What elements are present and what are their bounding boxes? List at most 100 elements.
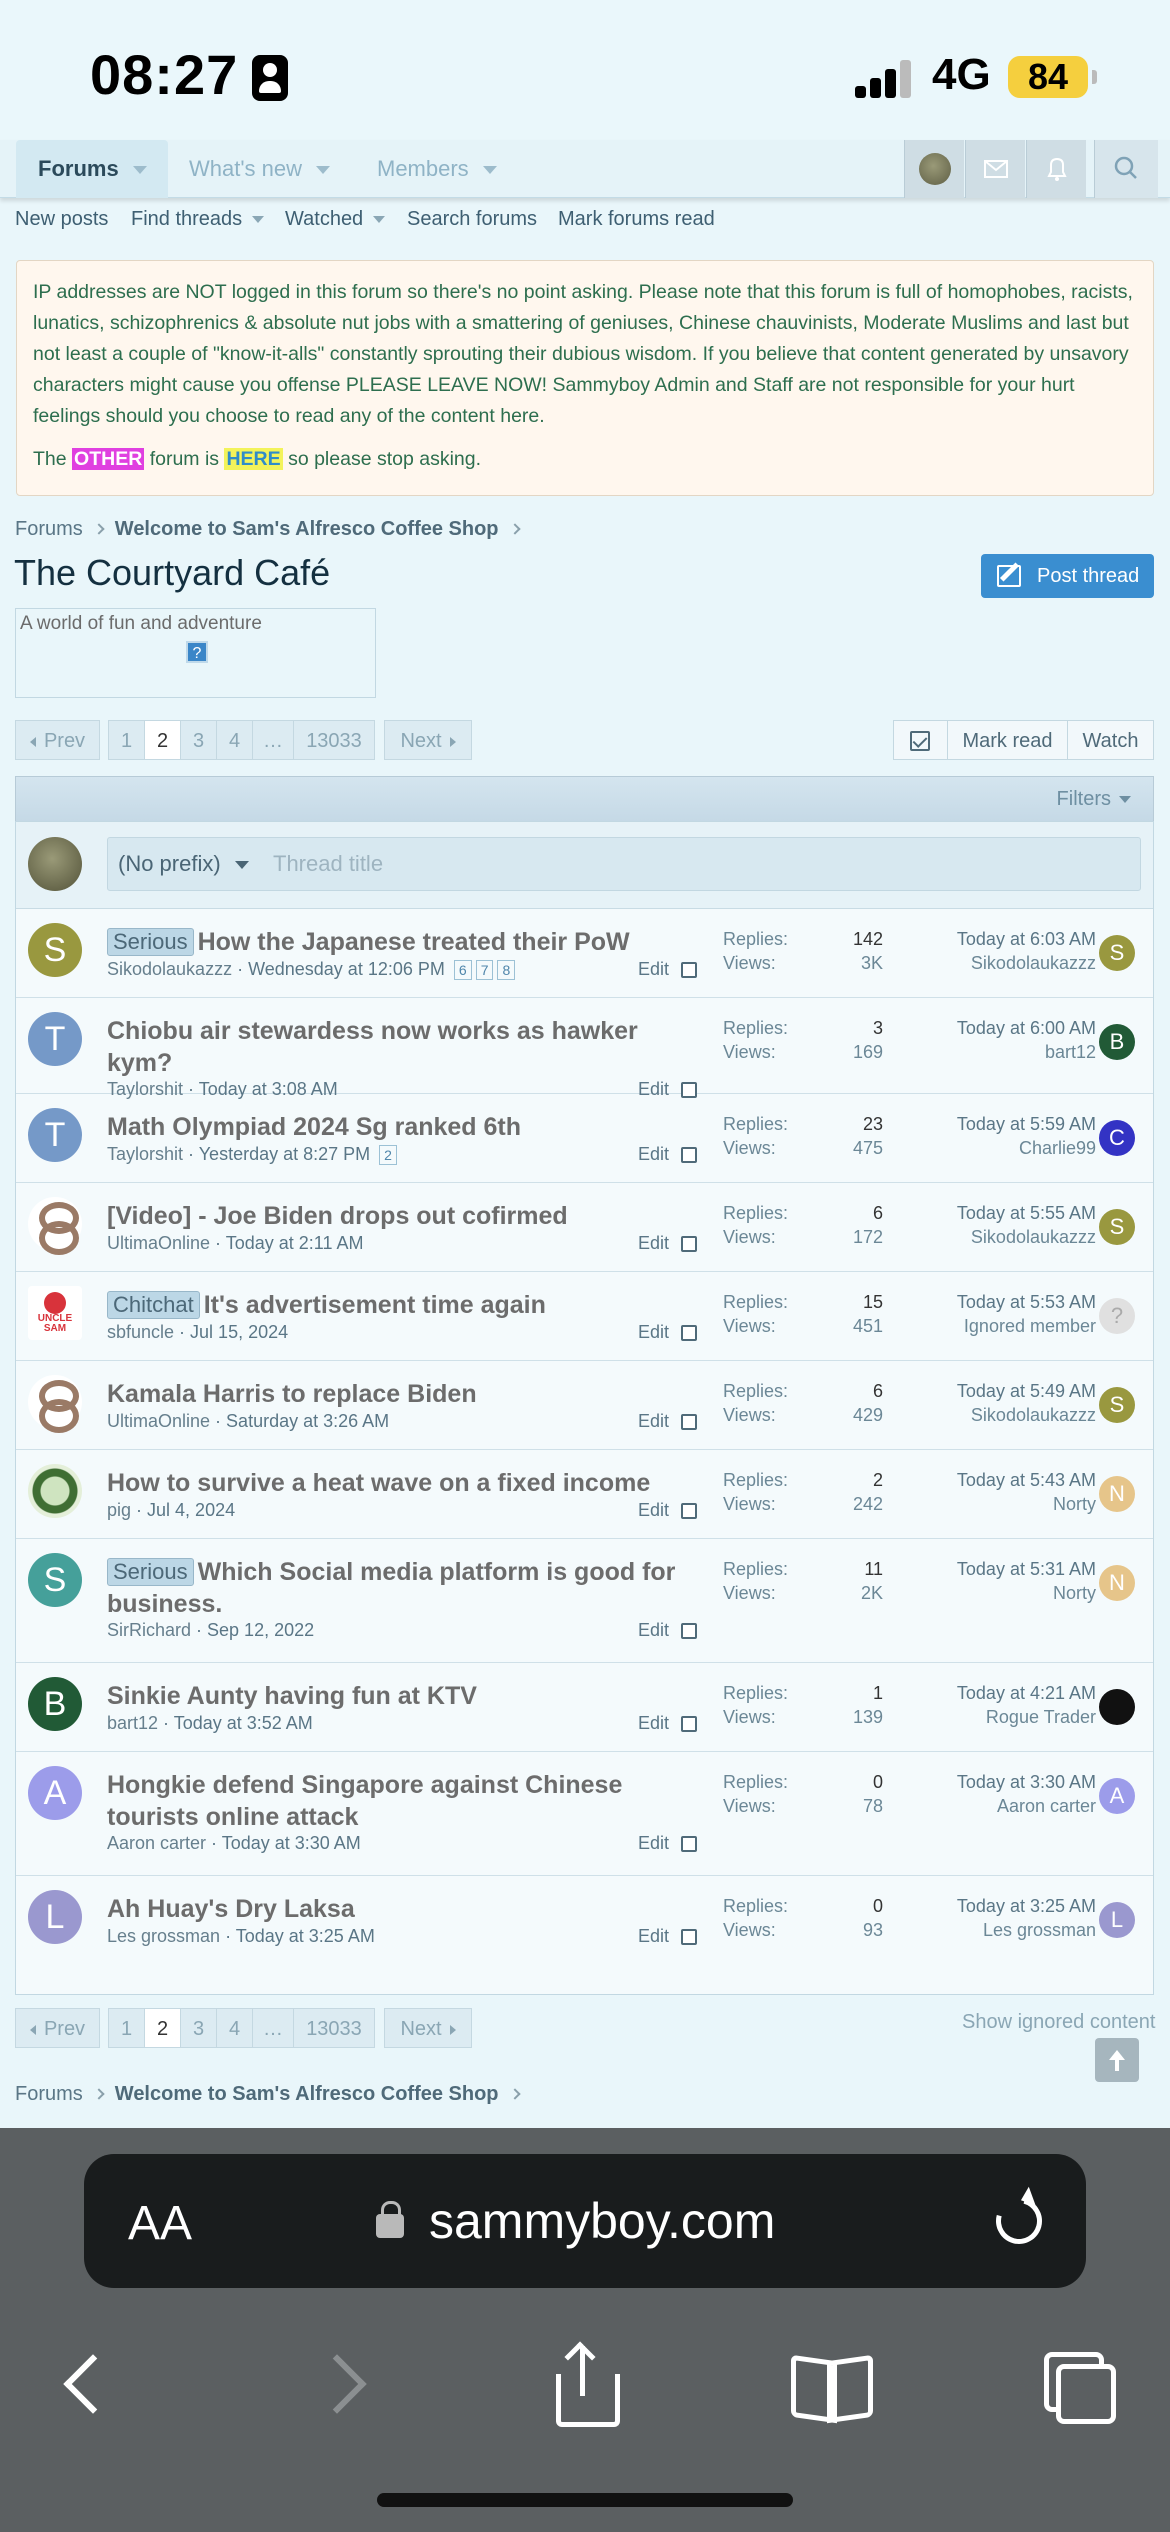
select-checkbox[interactable] [681, 1716, 697, 1732]
table-row[interactable]: A Hongkie defend Singapore against Chine… [16, 1752, 1153, 1876]
table-row[interactable]: T Math Olympiad 2024 Sg ranked 6th Taylo… [16, 1094, 1153, 1183]
avatar[interactable] [28, 1464, 82, 1518]
select-checkbox[interactable] [681, 1325, 697, 1341]
last-post-time[interactable]: Today at 5:43 AM [876, 1468, 1096, 1492]
thread-page-link[interactable]: 2 [379, 1145, 397, 1165]
select-checkbox[interactable] [681, 1503, 697, 1519]
show-ignored-link[interactable]: Show ignored content [962, 2011, 1155, 2034]
thread-title-text[interactable]: Chiobu air stewardess now works as hawke… [107, 1017, 638, 1077]
thread-date[interactable]: Sep 12, 2022 [207, 1620, 314, 1640]
thread-page-link[interactable]: 7 [475, 960, 494, 980]
edit-link[interactable]: Edit [638, 1926, 669, 1947]
table-row[interactable]: [Video] - Joe Biden drops out cofirmed U… [16, 1183, 1153, 1272]
thread-prefix-badge[interactable]: Chitchat [107, 1291, 200, 1319]
select-toggle-button[interactable] [893, 720, 948, 760]
thread-date[interactable]: Wednesday at 12:06 PM [248, 959, 445, 979]
search-forums-link[interactable]: Search forums [407, 208, 537, 231]
page-3[interactable]: 3 [180, 720, 217, 760]
avatar[interactable]: T [28, 1012, 82, 1066]
last-post-time[interactable]: Today at 3:25 AM [876, 1894, 1096, 1918]
page-ellipsis[interactable]: … [252, 2008, 294, 2048]
thread-date[interactable]: Today at 3:30 AM [222, 1833, 361, 1853]
last-poster-avatar[interactable]: C [1099, 1120, 1135, 1156]
avatar[interactable]: A [28, 1766, 82, 1820]
thread-author[interactable]: UltimaOnline [107, 1233, 210, 1253]
mark-read-button[interactable]: Mark read [947, 720, 1068, 760]
edit-link[interactable]: Edit [638, 1833, 669, 1854]
next-page-button[interactable]: Next [384, 720, 472, 760]
thread-title-text[interactable]: How to survive a heat wave on a fixed in… [107, 1469, 650, 1497]
thread-author[interactable]: Taylorshit [107, 1144, 183, 1164]
thread-title[interactable]: Hongkie defend Singapore against Chinese… [107, 1769, 697, 1833]
thread-title[interactable]: Serious Which Social media platform is go… [107, 1556, 697, 1620]
edit-link[interactable]: Edit [638, 1144, 669, 1165]
thread-prefix-badge[interactable]: Serious [107, 1558, 194, 1586]
page-1[interactable]: 1 [108, 720, 145, 760]
find-threads-link[interactable]: Find threads [131, 208, 265, 231]
last-post-user[interactable]: Ignored member [876, 1314, 1096, 1338]
select-checkbox[interactable] [681, 1414, 697, 1430]
tab-forums[interactable]: Forums [16, 140, 168, 198]
edit-link[interactable]: Edit [638, 1713, 669, 1734]
tab-members[interactable]: Members [377, 140, 497, 198]
edit-link[interactable]: Edit [638, 1411, 669, 1432]
last-poster-avatar[interactable]: A [1099, 1778, 1135, 1814]
bookmarks-icon[interactable] [785, 2338, 875, 2428]
last-post-time[interactable]: Today at 5:49 AM [876, 1379, 1096, 1403]
last-post-time[interactable]: Today at 5:31 AM [876, 1557, 1096, 1581]
tab-whats-new[interactable]: What's new [189, 140, 331, 198]
thread-title-input[interactable]: Thread title [273, 851, 383, 877]
last-poster-avatar[interactable]: N [1099, 1565, 1135, 1601]
url-domain[interactable]: sammyboy.com [429, 2192, 775, 2250]
breadcrumb-forums[interactable]: Forums [15, 518, 83, 540]
last-poster-avatar[interactable] [1099, 1689, 1135, 1725]
thread-author[interactable]: Sikodolaukazzz [107, 959, 232, 979]
last-post-time[interactable]: Today at 5:53 AM [876, 1290, 1096, 1314]
scroll-top-icon[interactable] [1095, 2038, 1139, 2082]
last-poster-avatar[interactable]: N [1099, 1476, 1135, 1512]
thread-title[interactable]: Chiobu air stewardess now works as hawke… [107, 1015, 697, 1079]
here-link[interactable]: HERE [224, 448, 283, 470]
page-2-current[interactable]: 2 [144, 720, 181, 760]
last-post-user[interactable]: Rogue Trader [876, 1705, 1096, 1729]
breadcrumb-forums[interactable]: Forums [15, 2083, 83, 2105]
thread-author[interactable]: SirRichard [107, 1620, 191, 1640]
page-3[interactable]: 3 [180, 2008, 217, 2048]
thread-title-text[interactable]: Sinkie Aunty having fun at KTV [107, 1682, 477, 1710]
page-4[interactable]: 4 [216, 2008, 253, 2048]
inbox-button[interactable] [965, 140, 1025, 198]
reload-icon[interactable] [987, 2189, 1051, 2253]
address-bar[interactable]: AA sammyboy.com [84, 2154, 1086, 2288]
next-page-button[interactable]: Next [384, 2008, 472, 2048]
thread-page-link[interactable]: 6 [453, 960, 472, 980]
breadcrumb-coffee-shop[interactable]: Welcome to Sam's Alfresco Coffee Shop [115, 518, 499, 540]
thread-date[interactable]: Today at 2:11 AM [226, 1233, 364, 1253]
last-post-user[interactable]: Les grossman [876, 1918, 1096, 1942]
select-checkbox[interactable] [681, 1147, 697, 1163]
table-row[interactable]: ChitchatIt's advertisement time again sb… [16, 1272, 1153, 1361]
last-post-user[interactable]: bart12 [876, 1040, 1096, 1064]
filters-button[interactable]: Filters [1057, 788, 1131, 811]
avatar[interactable] [28, 1286, 82, 1340]
breadcrumb-coffee-shop[interactable]: Welcome to Sam's Alfresco Coffee Shop [115, 2083, 499, 2105]
avatar[interactable]: S [28, 923, 82, 977]
last-post-user[interactable]: Norty [876, 1581, 1096, 1605]
thread-title[interactable]: [Video] - Joe Biden drops out cofirmed [107, 1200, 697, 1232]
thread-title-text[interactable]: How the Japanese treated their PoW [198, 928, 630, 956]
thread-author[interactable]: Les grossman [107, 1926, 220, 1946]
edit-link[interactable]: Edit [638, 1620, 669, 1641]
last-poster-avatar[interactable]: S [1099, 935, 1135, 971]
new-posts-link[interactable]: New posts [15, 208, 108, 231]
last-post-time[interactable]: Today at 6:00 AM [876, 1016, 1096, 1040]
last-post-time[interactable]: Today at 5:59 AM [876, 1112, 1096, 1136]
thread-title-text[interactable]: Ah Huay's Dry Laksa [107, 1895, 355, 1923]
last-poster-avatar[interactable]: ? [1099, 1298, 1135, 1334]
table-row[interactable]: S Serious How the Japanese treated their … [16, 909, 1153, 998]
thread-title[interactable]: Math Olympiad 2024 Sg ranked 6th [107, 1111, 697, 1143]
chevron-down-icon[interactable] [316, 166, 331, 175]
post-thread-button[interactable]: Post thread [981, 554, 1154, 598]
thread-prefix-badge[interactable]: Serious [107, 928, 194, 956]
tabs-icon[interactable] [1030, 2338, 1120, 2428]
last-post-user[interactable]: Norty [876, 1492, 1096, 1516]
page-2-current[interactable]: 2 [144, 2008, 181, 2048]
